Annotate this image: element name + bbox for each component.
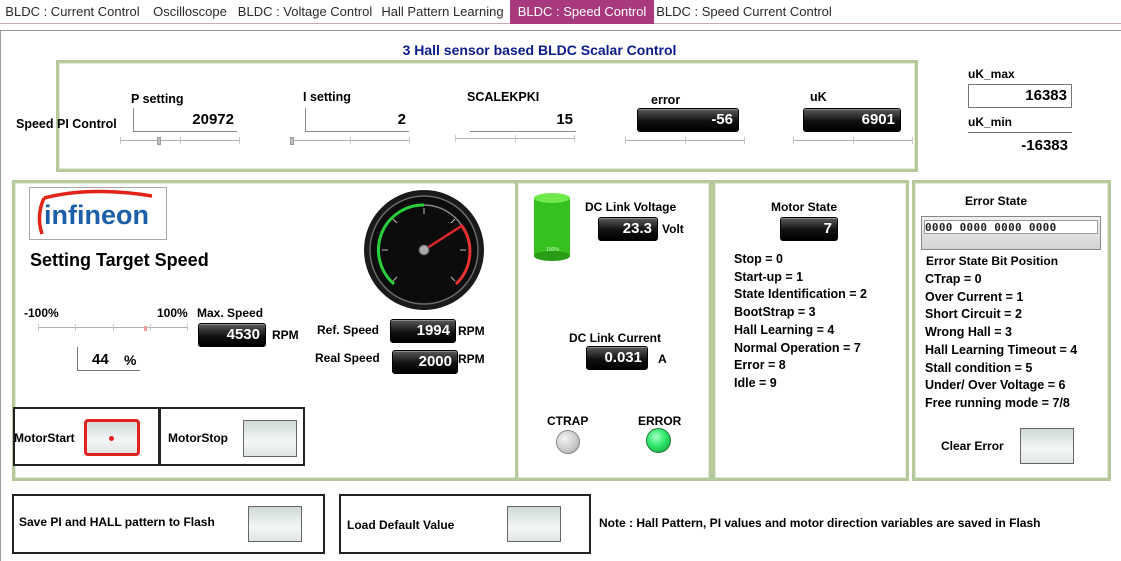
motor-start-label: MotorStart [14, 431, 75, 445]
motor-start-button[interactable] [84, 419, 140, 456]
real-speed-label: Real Speed [315, 351, 380, 365]
scalekpki-label: SCALEKPKI [467, 90, 540, 104]
percent-unit: % [124, 352, 137, 368]
error-state-item: Over Current = 1 [925, 289, 1024, 304]
uk-min-input[interactable]: -16383 [968, 135, 1072, 159]
i-setting-label: I setting [303, 90, 351, 104]
start-indicator-icon [109, 436, 114, 441]
error-slider [625, 135, 745, 147]
error-state-item: Under/ Over Voltage = 6 [925, 378, 1066, 393]
flash-note: Note : Hall Pattern, PI values and motor… [599, 516, 1041, 530]
max-speed-label: Max. Speed [197, 306, 264, 320]
logo-text: infineon [44, 200, 149, 230]
clear-error-label: Clear Error [941, 439, 1004, 453]
infineon-logo: infineon [29, 187, 167, 240]
motor-state-item: State Identification = 2 [734, 287, 868, 302]
error-state-item: Free running mode = 7/8 [925, 395, 1070, 410]
load-default-label: Load Default Value [347, 518, 455, 532]
uk-max-label: uK_max [968, 67, 1015, 81]
ref-speed-display: 1994 [390, 319, 456, 343]
speed-gauge [362, 188, 486, 312]
dc-current-label: DC Link Current [569, 331, 662, 345]
error-state-label: Error State [965, 194, 1028, 208]
ctrap-led [556, 430, 580, 454]
voltage-tank-icon: 100% [533, 191, 571, 261]
error-bit-position-label: Error State Bit Position [926, 254, 1059, 268]
dc-current-display: 0.031 [586, 346, 648, 370]
motor-stop-button[interactable] [243, 420, 297, 457]
error-bits-display: 0000 0000 0000 0000 [921, 216, 1101, 250]
svg-text:100%: 100% [546, 247, 559, 253]
tab-speed-current-control[interactable]: BLDC : Speed Current Control [654, 0, 834, 24]
tab-current-control[interactable]: BLDC : Current Control [0, 0, 145, 24]
target-speed-heading: Setting Target Speed [30, 250, 209, 270]
error-state-item: Short Circuit = 2 [925, 307, 1022, 322]
error-state-item: Hall Learning Timeout = 4 [925, 342, 1078, 357]
p-setting-label: P setting [131, 92, 184, 106]
motor-stop-label: MotorStop [168, 431, 228, 445]
scalekpki-slider[interactable] [455, 133, 575, 145]
error-label: error [651, 93, 681, 107]
tab-hall-pattern-learning[interactable]: Hall Pattern Learning [375, 0, 510, 24]
uk-display: 6901 [803, 108, 901, 132]
real-speed-unit: RPM [458, 352, 485, 366]
min-percent-label: -100% [24, 306, 59, 320]
error-bits-value: 0000 0000 0000 0000 [924, 220, 1098, 234]
load-default-button[interactable] [507, 506, 561, 542]
uk-min-label: uK_min [968, 115, 1013, 129]
motor-state-item: Hall Learning = 4 [734, 322, 835, 337]
error-state-item: Wrong Hall = 3 [925, 325, 1012, 340]
p-setting-slider[interactable] [120, 135, 240, 147]
motor-state-item: Stop = 0 [734, 252, 783, 266]
uk-max-input[interactable]: 16383 [968, 84, 1072, 108]
percent-underline [78, 370, 140, 371]
dc-current-unit: A [658, 352, 667, 366]
i-setting-slider[interactable] [290, 135, 410, 147]
p-setting-input[interactable]: 20972 [133, 108, 237, 132]
error-state-item: CTrap = 0 [925, 272, 982, 286]
target-speed-slider[interactable] [38, 322, 188, 334]
motor-state-list: Stop = 0 Start-up = 1 State Identificati… [734, 251, 867, 393]
uk-slider [793, 135, 913, 147]
uk-min-divider [968, 132, 1072, 133]
real-speed-display: 2000 [392, 350, 458, 374]
save-flash-label: Save PI and HALL pattern to Flash [19, 515, 215, 529]
tab-oscilloscope[interactable]: Oscilloscope [145, 0, 235, 24]
error-display: -56 [637, 108, 739, 132]
max-speed-unit: RPM [272, 328, 299, 342]
error-state-list: CTrap = 0 Over Current = 1 Short Circuit… [925, 271, 1077, 413]
motor-state-item: Error = 8 [734, 358, 786, 373]
save-flash-button[interactable] [248, 506, 302, 542]
percent-value[interactable]: 44 [92, 351, 109, 368]
motor-state-item: Normal Operation = 7 [734, 340, 861, 355]
ref-speed-label: Ref. Speed [317, 323, 380, 337]
tab-voltage-control[interactable]: BLDC : Voltage Control [235, 0, 375, 24]
motor-state-item: Start-up = 1 [734, 269, 804, 284]
dc-voltage-unit: Volt [662, 222, 684, 236]
ref-speed-unit: RPM [458, 324, 485, 338]
clear-error-button[interactable] [1020, 428, 1074, 464]
max-percent-label: 100% [157, 306, 188, 320]
scalekpki-input[interactable]: 15 [470, 108, 576, 132]
percent-divider [77, 347, 78, 371]
i-setting-input[interactable]: 2 [305, 108, 409, 132]
error-led [646, 428, 671, 453]
motor-state-label: Motor State [771, 200, 837, 214]
dc-voltage-display: 23.3 [598, 217, 658, 241]
tab-speed-control[interactable]: BLDC : Speed Control [510, 0, 654, 24]
dc-voltage-label: DC Link Voltage [585, 200, 677, 214]
ctrap-label: CTRAP [547, 414, 589, 428]
max-speed-display[interactable]: 4530 [198, 323, 266, 347]
speed-pi-label: Speed PI Control [16, 117, 117, 131]
page-title: 3 Hall sensor based BLDC Scalar Control [402, 42, 677, 58]
error-led-label: ERROR [638, 414, 682, 428]
tab-bar: BLDC : Current Control Oscilloscope BLDC… [0, 0, 1121, 24]
uk-label: uK [810, 90, 827, 104]
motor-state-item: Idle = 9 [734, 375, 777, 390]
motor-state-display: 7 [780, 217, 838, 241]
error-state-item: Stall condition = 5 [925, 360, 1033, 375]
motor-state-item: BootStrap = 3 [734, 305, 816, 320]
